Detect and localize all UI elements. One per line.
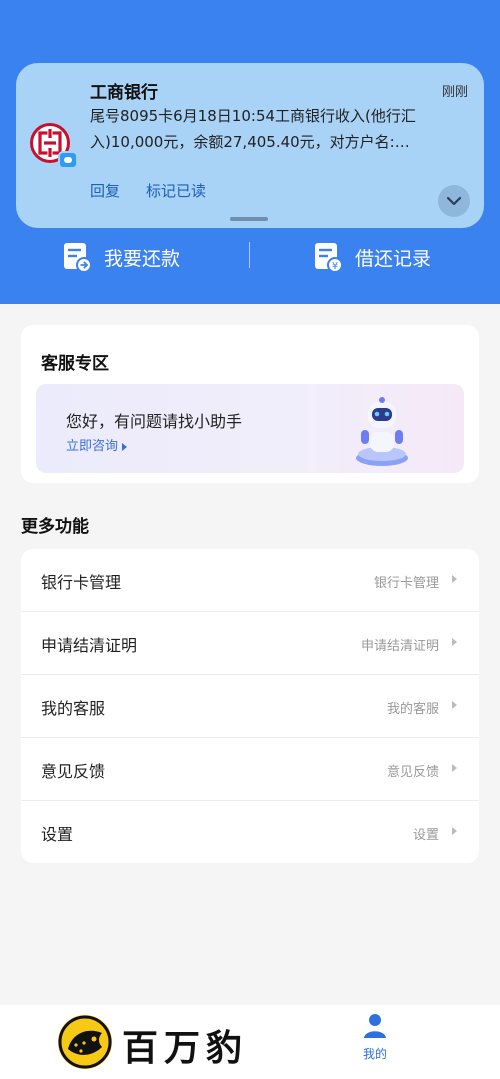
notification-banner[interactable]: 工商银行 刚刚 尾号8095卡6月18日10:54工商银行收入(他行汇入)10,… — [16, 63, 484, 228]
notification-time: 刚刚 — [441, 85, 468, 100]
drag-handle[interactable] — [230, 217, 268, 221]
repay-label: 我要还款 — [104, 247, 181, 270]
list-item-label: 设置 — [41, 825, 74, 844]
loan-actions-bar: 我要还款 ¥ 借还记录 — [0, 234, 500, 282]
list-item-hint: 我的客服 — [386, 702, 439, 717]
consult-now-label: 立即咨询 — [66, 439, 119, 454]
customer-service-card: 客服专区 您好，有问题请找小助手 立即咨询 — [21, 325, 479, 483]
loan-record-label: 借还记录 — [355, 247, 432, 270]
list-item-feedback[interactable]: 意见反馈 意见反馈 — [21, 738, 479, 801]
list-item-bank-card[interactable]: 银行卡管理 银行卡管理 — [21, 549, 479, 612]
loan-bar-divider — [249, 242, 250, 268]
list-item-hint: 申请结清证明 — [360, 639, 439, 654]
more-features-title: 更多功能 — [21, 517, 89, 537]
robot-icon — [356, 397, 408, 466]
list-item-label: 银行卡管理 — [41, 573, 122, 592]
list-item-my-service[interactable]: 我的客服 我的客服 — [21, 675, 479, 738]
reply-button[interactable]: 回复 — [90, 180, 120, 201]
list-item-label: 申请结清证明 — [41, 636, 138, 655]
assistant-title: 您好，有问题请找小助手 — [66, 412, 243, 431]
bottom-tab-bar: 百万豹 我的 — [0, 1005, 500, 1079]
tab-mine-label: 我的 — [362, 1047, 387, 1061]
consult-now-link[interactable]: 立即咨询 — [66, 435, 128, 454]
chevron-down-icon[interactable] — [438, 185, 470, 217]
chevron-right-icon — [122, 442, 128, 451]
list-item-label: 意见反馈 — [41, 762, 106, 781]
list-item-hint: 设置 — [412, 828, 439, 843]
notification-app-name: 工商银行 — [90, 83, 158, 103]
repay-doc-icon — [64, 243, 92, 273]
mark-read-button[interactable]: 标记已读 — [146, 180, 206, 201]
more-features-list: 银行卡管理 银行卡管理 申请结清证明 申请结清证明 我的客服 我的客服 意见反馈… — [21, 549, 479, 863]
tab-mine[interactable]: 我的 — [350, 1013, 400, 1073]
brand-watermark: 百万豹 — [52, 1005, 274, 1079]
list-item-settlement-certificate[interactable]: 申请结清证明 申请结清证明 — [21, 612, 479, 675]
svg-text:¥: ¥ — [332, 261, 338, 272]
loan-record-button[interactable]: ¥ 借还记录 — [313, 234, 431, 280]
list-item-hint: 意见反馈 — [386, 765, 439, 780]
service-title: 客服专区 — [41, 354, 109, 374]
list-item-label: 我的客服 — [41, 699, 106, 718]
record-doc-icon: ¥ — [315, 243, 343, 273]
assistant-banner[interactable]: 您好，有问题请找小助手 立即咨询 — [36, 384, 464, 473]
list-item-settings[interactable]: 设置 设置 — [21, 801, 479, 864]
leopard-logo-icon — [58, 1015, 112, 1069]
chevron-right-icon — [452, 575, 457, 583]
chevron-right-icon — [452, 827, 457, 835]
chevron-right-icon — [452, 764, 457, 772]
list-item-hint: 银行卡管理 — [373, 576, 439, 591]
repay-button[interactable]: 我要还款 — [62, 234, 180, 280]
chevron-right-icon — [452, 638, 457, 646]
notification-message: 尾号8095卡6月18日10:54工商银行收入(他行汇入)10,000元，余额2… — [90, 107, 416, 151]
user-icon — [364, 1014, 386, 1038]
brand-text: 百万豹 — [122, 1027, 249, 1069]
chevron-right-icon — [452, 701, 457, 709]
chat-badge-icon — [58, 151, 78, 169]
